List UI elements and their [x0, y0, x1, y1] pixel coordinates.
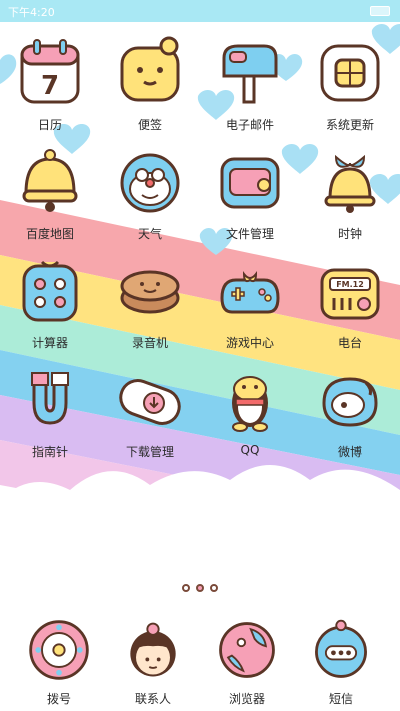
page-indicator[interactable] — [0, 584, 400, 592]
magnet-icon — [31, 372, 69, 425]
bell-icon — [324, 154, 376, 213]
app-label: 短信 — [328, 692, 353, 706]
app-download-manager[interactable]: 下载管理 — [100, 357, 200, 466]
calendar-icon: 7 — [20, 39, 80, 104]
app-label: 下载管理 — [125, 445, 174, 459]
battery-icon — [370, 6, 390, 16]
app-label: 电台 — [337, 336, 362, 350]
download-capsule-icon — [119, 379, 181, 425]
radio-icon: FM.12 — [320, 268, 380, 320]
app-clock[interactable]: 时钟 — [300, 139, 400, 248]
calendar-day-number: 7 — [41, 71, 59, 101]
dock-messages[interactable]: 短信 — [294, 612, 388, 707]
dock-dialer[interactable]: 拨号 — [12, 612, 106, 707]
dock-contacts[interactable]: 联系人 — [106, 612, 200, 707]
bell-map-icon — [22, 149, 78, 212]
app-notes[interactable]: 便签 — [100, 30, 200, 139]
gamepad-icon — [220, 271, 280, 314]
app-label: 天气 — [137, 227, 162, 241]
penguin-icon — [232, 376, 268, 432]
app-label: 指南针 — [31, 445, 68, 459]
page-dot[interactable] — [182, 584, 190, 592]
cookie-icon — [120, 270, 180, 314]
phone-dial-icon — [29, 620, 89, 680]
dock: 拨号 联系人 浏览器 短信 — [0, 612, 400, 707]
app-recorder[interactable]: 录音机 — [100, 248, 200, 357]
app-weibo[interactable]: 微博 — [300, 357, 400, 466]
app-calendar[interactable]: 7 日历 — [0, 30, 100, 139]
globe-icon — [219, 622, 275, 678]
radio-frequency-text: FM.12 — [336, 280, 364, 289]
notes-icon — [120, 36, 180, 102]
app-compass[interactable]: 指南针 — [0, 357, 100, 466]
status-bar: 下午4:20 — [0, 0, 400, 22]
app-label: 微博 — [337, 445, 362, 459]
mailbox-icon — [222, 44, 278, 104]
app-label: 时钟 — [337, 227, 362, 241]
page-dot-active[interactable] — [196, 584, 204, 592]
weibo-icon — [322, 377, 378, 427]
app-grid: 7 日历 便签 电子邮件 系统更新 百度地图 天气 文件管理 时钟 计算器 录音… — [0, 30, 400, 466]
dock-browser[interactable]: 浏览器 — [200, 612, 294, 707]
folder-icon — [220, 157, 280, 209]
app-label: 计算器 — [31, 336, 68, 350]
app-label: 文件管理 — [225, 227, 274, 241]
app-label: QQ — [240, 443, 260, 457]
app-label: 联系人 — [134, 692, 171, 706]
app-radio[interactable]: FM.12 电台 — [300, 248, 400, 357]
app-baidu-map[interactable]: 百度地图 — [0, 139, 100, 248]
app-label: 系统更新 — [325, 118, 374, 132]
app-label: 录音机 — [131, 336, 168, 350]
app-calculator[interactable]: 计算器 — [0, 248, 100, 357]
app-email[interactable]: 电子邮件 — [200, 30, 300, 139]
cat-face-icon — [120, 153, 180, 213]
app-label: 便签 — [137, 118, 162, 132]
app-game-center[interactable]: 游戏中心 — [200, 248, 300, 357]
chat-bubble-icon — [315, 619, 367, 678]
app-weather[interactable]: 天气 — [100, 139, 200, 248]
app-label: 电子邮件 — [225, 118, 274, 132]
app-label: 浏览器 — [228, 692, 265, 706]
app-qq[interactable]: QQ — [200, 357, 300, 466]
app-label: 百度地图 — [25, 227, 74, 241]
girl-face-icon — [130, 622, 176, 677]
status-time: 下午4:20 — [8, 6, 55, 19]
app-label: 游戏中心 — [225, 336, 274, 350]
calculator-icon — [22, 260, 78, 322]
app-file-manager[interactable]: 文件管理 — [200, 139, 300, 248]
app-label: 拨号 — [46, 692, 71, 706]
chip-icon — [320, 44, 380, 102]
app-label: 日历 — [37, 118, 62, 132]
app-system-update[interactable]: 系统更新 — [300, 30, 400, 139]
page-dot[interactable] — [210, 584, 218, 592]
